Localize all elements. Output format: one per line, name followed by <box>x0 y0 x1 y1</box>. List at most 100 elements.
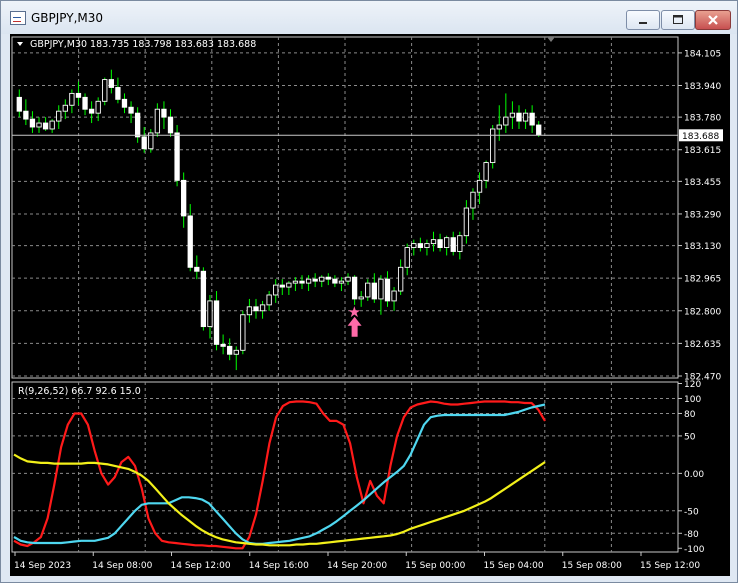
price-y-tick-label: 182.635 <box>684 340 721 350</box>
bull-candle <box>457 235 463 252</box>
maximize-button[interactable] <box>661 10 695 30</box>
bear-candle <box>82 96 88 110</box>
bull-candle <box>365 282 371 298</box>
bear-candle <box>75 92 82 98</box>
bear-candle <box>134 112 141 138</box>
bull-candle <box>476 179 483 193</box>
bull-candle <box>509 112 516 118</box>
bull-candle <box>470 191 476 209</box>
x-tick-label: 14 Sep 08:00 <box>92 561 152 571</box>
indicator-y-tick-label: 80 <box>684 410 696 420</box>
x-tick-label: 14 Sep 20:00 <box>327 561 387 571</box>
bull-candle <box>240 314 246 351</box>
bear-candle <box>437 239 443 248</box>
bull-candle <box>463 207 470 237</box>
bull-candle <box>207 300 213 328</box>
bear-candle <box>194 266 200 272</box>
chart-window-icon <box>10 11 26 25</box>
indicator-series-line <box>13 403 546 545</box>
bull-candle <box>391 290 397 302</box>
bear-candle <box>187 215 193 268</box>
bull-candle <box>259 304 266 312</box>
price-header: GBPJPY,M30 183.735 183.798 183.683 183.6… <box>30 39 256 50</box>
price-y-tick-label: 183.290 <box>684 210 721 220</box>
maximize-icon <box>673 15 683 24</box>
bull-candle <box>49 120 55 130</box>
bull-candle <box>522 112 529 122</box>
x-tick-label: 14 Sep 2023 <box>14 561 71 571</box>
bull-candle <box>292 280 299 284</box>
price-y-tick-label: 183.455 <box>684 178 721 188</box>
x-tick-label: 15 Sep 08:00 <box>562 561 622 571</box>
indicator-y-tick-label: 100 <box>684 395 701 405</box>
bull-candle <box>266 294 272 306</box>
bear-candle <box>181 179 187 217</box>
bear-candle <box>371 282 377 300</box>
bull-candle <box>424 243 430 248</box>
price-y-tick-label: 183.615 <box>684 146 721 156</box>
bull-candle <box>397 266 404 292</box>
bull-candle <box>345 276 351 282</box>
bear-candle <box>213 300 220 345</box>
bull-candle <box>286 282 292 288</box>
bull-candle <box>404 247 410 268</box>
bull-candle <box>69 92 75 106</box>
bear-candle <box>516 112 522 122</box>
bear-candle <box>200 270 207 328</box>
bull-candle <box>319 276 325 282</box>
current-price-label: 183.688 <box>682 132 719 142</box>
bull-candle <box>233 349 239 355</box>
bull-candle <box>305 278 312 284</box>
chart-svg[interactable]: ★ 184.105183.940183.780183.615183.455183… <box>10 34 730 576</box>
bull-candle <box>378 278 384 300</box>
bear-candle <box>227 345 233 355</box>
bear-candle <box>299 280 305 284</box>
chart-area[interactable]: ★ 184.105 183.940 183.780 183.615 183.455 183… <box>10 34 730 576</box>
bear-candle <box>121 98 128 108</box>
price-y-tick-label: 183.940 <box>684 82 721 92</box>
indicator-y-tick-label: -100 <box>684 545 705 555</box>
minimize-button[interactable] <box>626 10 660 30</box>
bear-candle <box>351 276 358 300</box>
bear-candle <box>417 243 424 248</box>
bear-candle <box>536 124 542 136</box>
bear-candle <box>174 132 180 181</box>
bear-candle <box>141 136 147 150</box>
bear-candle <box>332 278 338 284</box>
bull-candle <box>358 296 364 300</box>
bull-candle <box>246 306 253 316</box>
bull-candle <box>430 239 437 245</box>
bull-candle <box>62 104 68 112</box>
bear-candle <box>220 343 226 347</box>
x-tick-label: 15 Sep 12:00 <box>640 561 700 571</box>
indicator-y-tick-label: 50 <box>684 432 696 442</box>
bear-candle <box>108 79 114 88</box>
bull-candle <box>154 108 161 134</box>
title-bar[interactable]: GBPJPY,M30 <box>1 1 737 34</box>
bull-candle <box>36 122 42 128</box>
indicator-y-tick-label: -80 <box>684 530 699 540</box>
x-tick-label: 14 Sep 12:00 <box>171 561 231 571</box>
price-y-tick-label: 183.130 <box>684 242 721 252</box>
bear-candle <box>29 118 36 128</box>
bear-candle <box>384 278 391 302</box>
indicator-y-tick-label: 0.00 <box>684 470 704 480</box>
bear-candle <box>16 96 22 112</box>
bull-candle <box>56 110 62 122</box>
minimize-icon <box>639 22 647 24</box>
bear-candle <box>88 108 95 114</box>
window-title: GBPJPY,M30 <box>31 11 104 25</box>
bear-candle <box>115 87 121 100</box>
indicator-y-tick-label: 120 <box>684 380 701 390</box>
close-icon <box>708 15 718 25</box>
bear-candle <box>128 106 134 114</box>
price-y-tick-label: 184.105 <box>684 49 721 59</box>
bull-candle <box>490 128 496 164</box>
bear-candle <box>279 284 285 288</box>
bear-candle <box>23 110 29 120</box>
bull-candle <box>483 162 489 181</box>
bull-candle <box>102 79 108 102</box>
x-tick-label: 15 Sep 04:00 <box>484 561 544 571</box>
bull-candle <box>411 243 417 248</box>
close-button[interactable] <box>695 10 731 30</box>
